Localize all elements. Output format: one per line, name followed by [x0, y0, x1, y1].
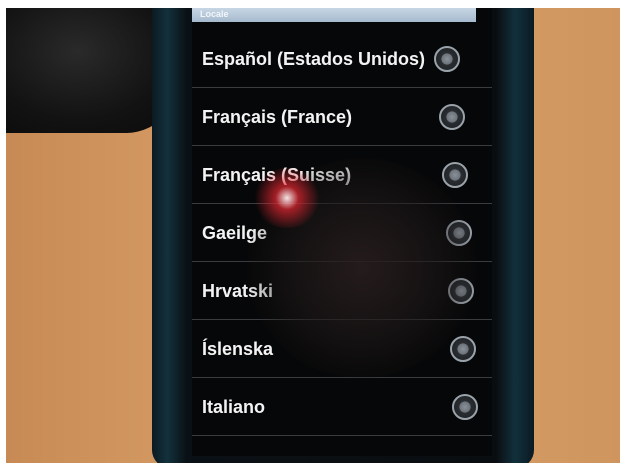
locale-item-islenska[interactable]: Íslenska	[192, 320, 492, 378]
phone-screen: Locale Español (Estados Unidos) Français…	[192, 8, 492, 456]
locale-item-label: Gaeilge	[202, 223, 268, 243]
radio-button-icon[interactable]	[450, 336, 476, 362]
locale-item-francais-suisse[interactable]: Français (Suisse)	[192, 146, 492, 204]
locale-item-espanol-estados-unidos[interactable]: Español (Estados Unidos)	[192, 30, 492, 88]
locale-item-francais-france[interactable]: Français (France)	[192, 88, 492, 146]
radio-button-icon[interactable]	[442, 162, 468, 188]
locale-item-label: Español (Estados Unidos)	[202, 49, 426, 69]
locale-item-label: Hrvatski	[202, 281, 274, 301]
radio-button-icon[interactable]	[439, 104, 465, 130]
locale-item-gaeilge[interactable]: Gaeilge	[192, 204, 492, 262]
locale-item-label: Íslenska	[202, 339, 274, 359]
locale-item-italiano[interactable]: Italiano	[192, 378, 492, 436]
locale-list: Español (Estados Unidos) Français (Franc…	[192, 30, 492, 436]
radio-button-icon[interactable]	[434, 46, 460, 72]
locale-item-label: Italiano	[202, 397, 266, 417]
radio-button-icon[interactable]	[448, 278, 474, 304]
locale-item-label: Français (France)	[202, 107, 353, 127]
radio-button-icon[interactable]	[452, 394, 478, 420]
locale-item-label: Français (Suisse)	[202, 165, 352, 185]
locale-item-hrvatski[interactable]: Hrvatski	[192, 262, 492, 320]
radio-button-icon[interactable]	[446, 220, 472, 246]
locale-title-bar: Locale	[192, 8, 476, 22]
photo-background: Locale Español (Estados Unidos) Français…	[6, 8, 620, 463]
